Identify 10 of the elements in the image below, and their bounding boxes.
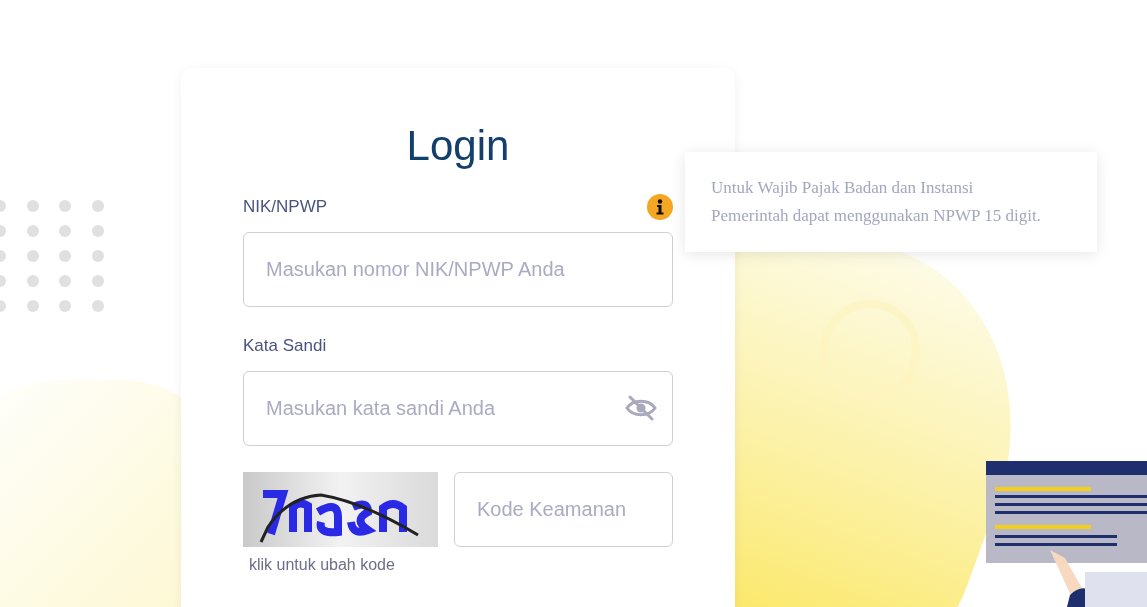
captcha-input-field[interactable]: Kode Keamanan xyxy=(454,471,673,547)
info-icon[interactable] xyxy=(647,194,673,220)
input-field[interactable]: Masukan nomor NIK/NPWP Anda xyxy=(243,232,673,307)
captcha-image[interactable] xyxy=(243,471,438,547)
field-label: NIK/NPWP xyxy=(243,196,328,219)
field-label: Kata Sandi xyxy=(243,335,327,357)
refresh-captcha-link[interactable]: klik untuk ubah kode xyxy=(249,552,438,577)
password-field[interactable]: Masukan kata sandi Anda xyxy=(243,370,673,446)
login-title: Login xyxy=(405,121,511,171)
tooltip-text: Untuk Wajib Pajak Badan dan Instansi Pemerintah dapat menggunakan NPWP 15 digit. xyxy=(711,177,1041,227)
